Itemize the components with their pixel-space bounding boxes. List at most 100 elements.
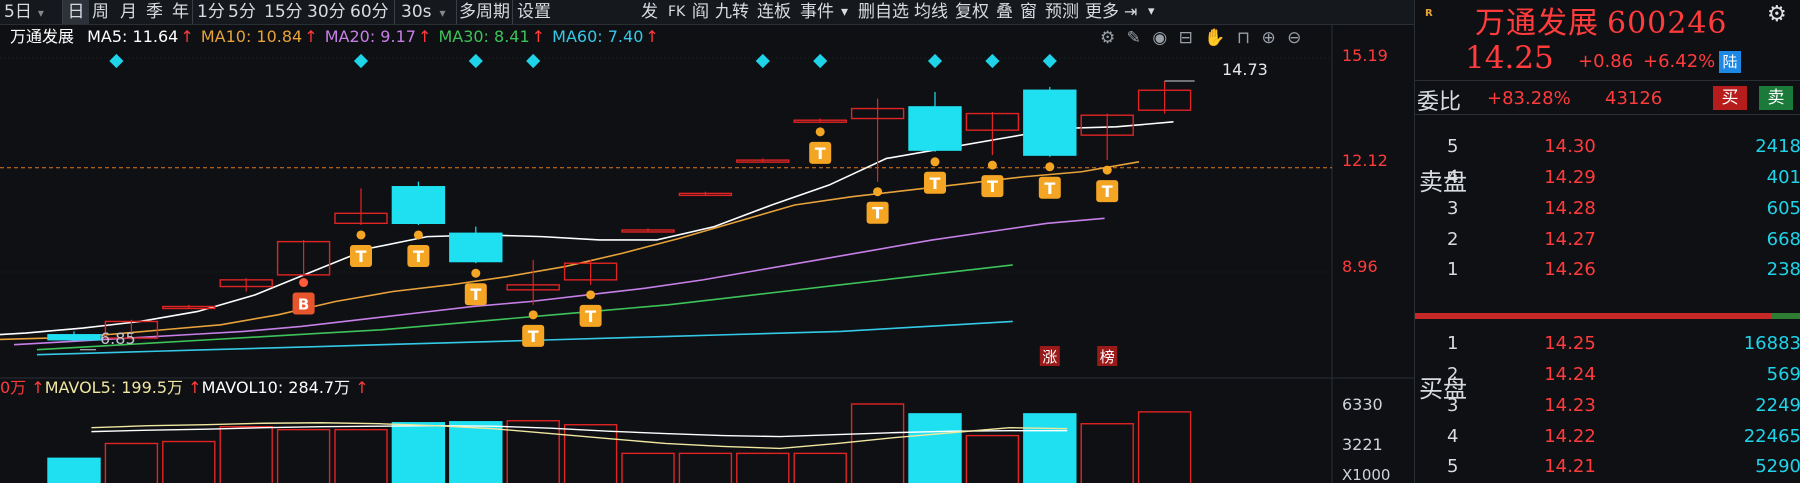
price-axis-top: 15.19 — [1342, 46, 1388, 65]
mavol5-arrow: ↑ — [31, 378, 45, 397]
bid-row[interactable]: 1 14.25 16883 — [1415, 330, 1800, 358]
signal-dot — [413, 230, 423, 240]
ma5-line — [0, 121, 1174, 336]
divider — [1415, 80, 1800, 81]
price-axis-low: 8.96 — [1342, 257, 1378, 276]
volume-bar — [391, 422, 446, 483]
trade-t-label: T — [413, 247, 424, 266]
volume-prefix: 0万 — [0, 378, 27, 397]
ask-price: 14.30 — [1544, 136, 1596, 157]
volume-axis-unit: X1000 — [1342, 466, 1390, 483]
buy-button[interactable]: 买 — [1713, 86, 1747, 110]
volume-bar — [563, 424, 618, 483]
stock-name: 万通发展 — [1475, 6, 1599, 41]
bid-ask-ratio-bar — [1415, 313, 1800, 319]
ask-price: 14.26 — [1544, 259, 1596, 280]
candlestick-chart[interactable]: T T T T T T T T T T T B 涨 榜 15.19 12.12 8.96 6330 322… — [0, 0, 1414, 483]
ask-volume: 2418 — [1755, 136, 1800, 157]
candle-body — [391, 186, 446, 225]
limit-up-badge: 涨 — [1042, 348, 1057, 366]
ask-row[interactable]: 4 14.29 401 — [1415, 164, 1800, 192]
bid-level: 1 — [1447, 333, 1459, 354]
volume-legend: 0万 ↑MAVOL5: 199.5万 ↑MAVOL10: 284.7万 ↑ — [0, 378, 369, 398]
ask-level: 1 — [1447, 259, 1459, 280]
signal-dot — [930, 157, 940, 167]
volume-bar — [850, 403, 905, 483]
event-diamond-icon — [927, 53, 943, 69]
volume-bar — [678, 452, 733, 483]
ask-row[interactable]: 2 14.27 668 — [1415, 226, 1800, 254]
trade-t-label: T — [815, 144, 826, 163]
ask-row[interactable]: 3 14.28 605 — [1415, 195, 1800, 223]
ask-row[interactable]: 5 14.30 2418 — [1415, 133, 1800, 161]
buy-b-label: B — [298, 296, 309, 314]
volume-axis-mid: 3221 — [1342, 435, 1383, 454]
ask-volume: 605 — [1766, 198, 1800, 219]
exchange-badge: 陆 — [1719, 51, 1741, 73]
bid-price: 14.21 — [1544, 456, 1596, 477]
price-axis-mid: 12.12 — [1342, 151, 1388, 170]
event-diamond-icon — [109, 53, 124, 69]
signal-dot — [356, 230, 366, 240]
stock-code: 600246 — [1607, 6, 1728, 41]
gear-icon[interactable]: ⚙ — [1767, 2, 1787, 27]
ask-volume: 238 — [1766, 259, 1800, 280]
mavol10-arrow: ↑ — [188, 378, 202, 397]
bid-volume: 2249 — [1755, 395, 1800, 416]
volume-bar — [47, 457, 101, 483]
ask-level: 5 — [1447, 136, 1459, 157]
signal-dot — [987, 160, 997, 170]
stock-title: 万通发展 600246 — [1475, 0, 1728, 42]
bid-row[interactable]: 3 14.23 2249 — [1415, 392, 1800, 420]
last-price: 14.25 — [1465, 40, 1554, 76]
event-diamond-icon — [468, 53, 483, 69]
ask-level: 3 — [1447, 198, 1459, 219]
volume-bar — [1080, 423, 1134, 483]
trade-t-label: T — [930, 174, 941, 193]
chart-area[interactable]: 5日 ▾ 日 周 月 季 年 1分 5分 15分 30分 60分 30s ▾ 多周期… — [0, 0, 1414, 483]
ask-volume: 668 — [1766, 229, 1800, 250]
event-diamond-icon — [755, 53, 770, 69]
bid-volume: 22465 — [1743, 426, 1800, 447]
signal-dot — [1102, 165, 1112, 175]
volume-bar — [219, 425, 273, 483]
market-flag-icon: R — [1425, 8, 1433, 19]
bid-price: 14.22 — [1544, 426, 1596, 447]
mavol5-value: MAVOL5: 199.5万 — [44, 378, 184, 397]
trade-t-label: T — [987, 177, 998, 196]
event-diamond-icon — [526, 53, 541, 69]
signal-dot — [471, 268, 481, 278]
volume-bar — [449, 421, 503, 483]
quote-panel: R 万通发展 600246 ⚙ 14.25 +0.86 +6.42% 陆 委比 +… — [1414, 0, 1800, 483]
bid-volume: 16883 — [1743, 333, 1800, 354]
volume-bar — [793, 452, 847, 483]
high-price-label: 14.73 — [1222, 60, 1268, 79]
event-diamond-icon — [1042, 53, 1057, 69]
bid-price: 14.25 — [1544, 333, 1596, 354]
bid-level: 3 — [1447, 395, 1459, 416]
sell-button[interactable]: 卖 — [1759, 86, 1793, 110]
bid-row[interactable]: 4 14.22 22465 — [1415, 423, 1800, 451]
bid-row[interactable]: 5 14.21 5290 — [1415, 453, 1800, 481]
event-diamond-icon — [353, 53, 369, 69]
trade-t-label: T — [585, 307, 596, 326]
volume-bar — [621, 452, 675, 483]
candle-body — [449, 232, 503, 263]
event-diamond-icon — [813, 53, 828, 69]
bid-level: 2 — [1447, 364, 1459, 385]
trade-t-label: T — [470, 285, 481, 304]
bid-level: 5 — [1447, 456, 1459, 477]
trade-t-label: T — [356, 247, 367, 266]
ask-price: 14.27 — [1544, 229, 1596, 250]
ask-row[interactable]: 1 14.26 238 — [1415, 256, 1800, 284]
volume-bar — [104, 442, 159, 483]
price-change-pct: +6.42% — [1643, 51, 1716, 72]
bid-price: 14.24 — [1544, 364, 1596, 385]
ask-price: 14.28 — [1544, 198, 1596, 219]
bid-volume: 569 — [1766, 364, 1800, 385]
event-diamond-icon — [985, 53, 1000, 69]
volume-bar — [736, 452, 790, 483]
signal-dot — [299, 278, 309, 288]
bid-row[interactable]: 2 14.24 569 — [1415, 361, 1800, 389]
ask-level: 2 — [1447, 229, 1459, 250]
